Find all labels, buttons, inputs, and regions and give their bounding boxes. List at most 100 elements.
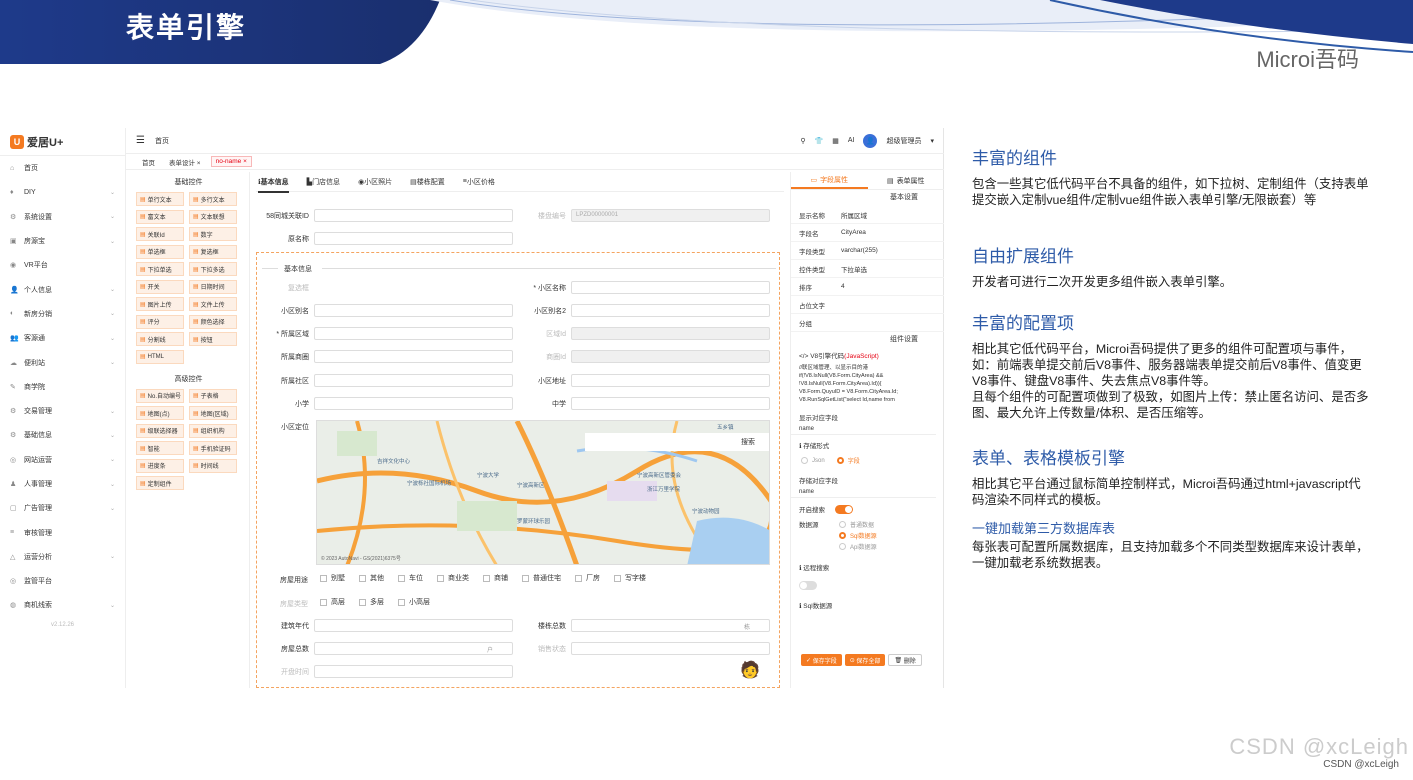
field-input[interactable] — [314, 304, 513, 317]
palette-item[interactable]: ▤ 级联选择器 — [136, 423, 184, 438]
palette-item[interactable]: ▤ 按钮 — [189, 332, 237, 346]
palette-item[interactable]: ▤ 复选框 — [189, 244, 237, 259]
menu-toggle-icon[interactable]: ☰ — [136, 135, 145, 146]
sidebar-item[interactable]: 👤 个人信息 ⌄ — [0, 277, 125, 301]
usage-checkbox[interactable]: 厂房 — [575, 573, 600, 583]
field-input[interactable] — [314, 374, 513, 387]
sidebar-item[interactable]: 👥 客源通 ⌄ — [0, 326, 125, 350]
map-search-button[interactable]: 搜索 — [741, 439, 755, 446]
page-tab[interactable]: 首页 — [138, 156, 159, 168]
palette-item[interactable]: ▤ 关联Id — [136, 227, 184, 241]
palette-item[interactable]: ▤ 下拉多选 — [189, 262, 237, 276]
type-checkbox[interactable]: 多层 — [359, 597, 384, 607]
save-all-button[interactable]: ⊙ 保存全部 — [844, 654, 886, 666]
usage-checkbox[interactable]: 车位 — [398, 573, 423, 583]
sidebar-item[interactable]: ⚙ 基础信息 ⌄ — [0, 423, 125, 447]
sidebar-item[interactable]: ≡ 审核管理 — [0, 520, 125, 544]
palette-item[interactable]: ▤ 开关 — [136, 279, 184, 294]
page-tab[interactable]: 表单设计 × — [165, 156, 205, 168]
shirt-icon[interactable]: 👕 — [815, 137, 824, 145]
field-input[interactable] — [571, 397, 770, 410]
usage-checkbox[interactable]: 写字楼 — [614, 573, 646, 583]
palette-item[interactable]: ▤ HTML — [136, 349, 184, 364]
radio-json[interactable]: Json — [801, 455, 825, 466]
sidebar-item[interactable]: ▣ 房源宝 ⌄ — [0, 229, 125, 253]
store-map-input[interactable]: name — [791, 487, 936, 498]
map-widget[interactable]: 宁波栎社国际机场 吉祥文化中心 宁波高新区 宁波大学 罗蒙环球乐园 宁波动物园 五乡镇 宁波高… — [316, 420, 770, 565]
enable-search-toggle[interactable] — [835, 504, 853, 514]
form-tab[interactable]: ℹ 基本信息 — [258, 172, 289, 193]
palette-item[interactable]: ▤ 进度条 — [136, 458, 184, 473]
palette-item[interactable]: ▤ 颜色选择 — [189, 314, 237, 329]
property-row[interactable]: 显示名称 所属区域 — [791, 206, 944, 224]
tab-field-properties[interactable]: ▭ 字段属性 — [791, 172, 868, 189]
form-tab[interactable]: ▙ 门店信息 — [307, 172, 340, 192]
ai-icon[interactable]: AI — [848, 137, 855, 144]
palette-item[interactable]: ▤ No.自动编号 — [136, 388, 184, 403]
sidebar-item[interactable]: ⚙ 系统设置 ⌄ — [0, 205, 125, 229]
field-input[interactable] — [571, 619, 770, 632]
usage-checkbox[interactable]: 其他 — [359, 573, 384, 583]
field-input[interactable] — [571, 642, 770, 655]
field-input[interactable] — [571, 350, 770, 363]
sidebar-item[interactable]: ♦ DIY ⌄ — [0, 180, 125, 204]
property-row[interactable]: 字段类型 varchar(255) — [791, 242, 944, 260]
display-field-input[interactable]: name — [791, 424, 936, 435]
field-input[interactable] — [314, 397, 513, 410]
sidebar-item[interactable]: ◎ 监管平台 — [0, 569, 125, 593]
field-input[interactable] — [314, 619, 513, 632]
sidebar-item[interactable]: ⚙ 交易管理 ⌄ — [0, 399, 125, 423]
sidebar-item[interactable]: ◍ 商机线索 ⌄ — [0, 593, 125, 617]
radio-field[interactable]: 字段 — [836, 455, 860, 466]
field-input[interactable] — [571, 304, 770, 317]
palette-item[interactable]: ▤ 数字 — [189, 227, 237, 241]
sidebar-item[interactable]: ◐ 新房分销 ⌄ — [0, 302, 125, 326]
sidebar-item[interactable]: ♟ 人事管理 ⌄ — [0, 472, 125, 496]
field-input[interactable] — [571, 281, 770, 294]
palette-item[interactable]: ▤ 地图(区域) — [189, 406, 237, 420]
form-tab[interactable]: ≡ 小区价格 — [463, 172, 495, 192]
field-input[interactable] — [314, 350, 513, 363]
field-input[interactable] — [571, 327, 770, 340]
palette-item[interactable]: ▤ 单选框 — [136, 244, 184, 259]
search-icon[interactable]: ⚲ — [800, 137, 805, 145]
sidebar-item[interactable]: ◉ VR平台 — [0, 253, 125, 277]
usage-checkbox[interactable]: 商业类 — [437, 573, 469, 583]
form-tab[interactable]: ▤ 楼栋配置 — [410, 172, 445, 192]
sidebar-item[interactable]: △ 运营分析 ⌄ — [0, 545, 125, 569]
datasource-radio[interactable]: Api数据源 — [839, 541, 877, 552]
palette-item[interactable]: ▤ 智能 — [136, 441, 184, 455]
usage-checkbox[interactable]: 商铺 — [483, 573, 508, 583]
sidebar-item[interactable]: ◎ 网站运营 ⌄ — [0, 448, 125, 472]
palette-item[interactable]: ▤ 定制组件 — [136, 476, 184, 490]
property-row[interactable]: 字段名 CityArea — [791, 224, 944, 242]
palette-item[interactable]: ▤ 多行文本 — [189, 192, 237, 206]
user-name[interactable]: 超级管理员 — [886, 136, 921, 146]
palette-item[interactable]: ▤ 手机验证码 — [189, 441, 237, 455]
palette-item[interactable]: ▤ 单行文本 — [136, 192, 184, 206]
chevron-down-icon[interactable]: ▾ — [930, 137, 934, 145]
palette-item[interactable]: ▤ 评分 — [136, 314, 184, 329]
sidebar-item[interactable]: ⌂ 首页 — [0, 156, 125, 180]
field-input[interactable] — [314, 642, 513, 655]
field-input[interactable] — [571, 374, 770, 387]
delete-button[interactable]: 🗑 删除 — [888, 654, 922, 666]
topbar-home-link[interactable]: 首页 — [155, 136, 169, 146]
palette-item[interactable]: ▤ 组织机构 — [189, 423, 237, 438]
sidebar-item[interactable]: ☁ 便利站 ⌄ — [0, 350, 125, 374]
field-input[interactable] — [314, 232, 513, 245]
type-checkbox[interactable]: 小高层 — [398, 597, 430, 607]
palette-item[interactable]: ▤ 富文本 — [136, 209, 184, 224]
field-input[interactable] — [314, 327, 513, 340]
save-field-button[interactable]: ✓ 保存字段 — [801, 654, 842, 666]
usage-checkbox[interactable]: 普通住宅 — [522, 573, 561, 583]
palette-item[interactable]: ▤ 下拉单选 — [136, 262, 184, 276]
avatar[interactable]: 👤 — [863, 133, 878, 148]
usage-checkbox[interactable]: 别墅 — [320, 573, 345, 583]
palette-item[interactable]: ▤ 地图(点) — [136, 406, 184, 420]
sidebar-item[interactable]: ✎ 商学院 — [0, 375, 125, 399]
sidebar-item[interactable]: ▢ 广告管理 ⌄ — [0, 496, 125, 520]
datasource-radio[interactable]: Sql数据源 — [839, 530, 877, 541]
palette-item[interactable]: ▤ 文件上传 — [189, 297, 237, 311]
palette-item[interactable]: ▤ 文本联想 — [189, 209, 237, 224]
